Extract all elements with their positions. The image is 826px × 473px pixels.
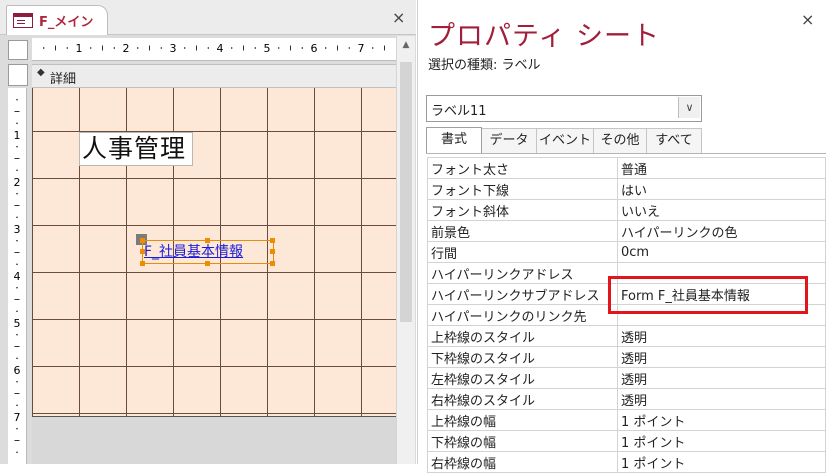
property-value[interactable]: 透明 <box>617 388 826 410</box>
resize-handle[interactable] <box>270 238 275 243</box>
detail-section-grid[interactable]: 人事管理 F_社員基本情報 <box>32 88 397 417</box>
property-row[interactable]: 下枠線のスタイル 透明 <box>427 346 826 368</box>
property-tabs: 書式 データ イベント その他 すべて <box>426 127 826 154</box>
property-value[interactable]: 0cm <box>617 241 826 263</box>
property-sheet-title: プロパティ シート <box>428 21 660 52</box>
property-value[interactable]: いいえ <box>617 199 826 221</box>
property-name: ハイパーリンクのリンク先 <box>427 304 618 326</box>
ruler-number: 7 <box>358 42 365 55</box>
property-value[interactable]: 透明 <box>617 325 826 347</box>
property-value[interactable]: はい <box>617 178 826 200</box>
property-value[interactable]: 1 ポイント <box>617 451 826 473</box>
ruler-number: 7 <box>14 411 21 424</box>
section-label: 詳細 <box>50 72 77 87</box>
property-name: 下枠線のスタイル <box>427 346 618 368</box>
property-name: フォント下線 <box>427 178 618 200</box>
ruler-number: 2 <box>14 176 21 189</box>
resize-handle[interactable] <box>205 238 210 243</box>
tab-format[interactable]: 書式 <box>426 127 482 153</box>
property-name: 左枠線のスタイル <box>427 367 618 389</box>
property-value[interactable]: 透明 <box>617 346 826 368</box>
property-name: 右枠線のスタイル <box>427 388 618 410</box>
ruler-number: 3 <box>14 223 21 236</box>
ruler-number: 4 <box>14 270 21 283</box>
property-sheet-pane: プロパティ シート × 選択の種類: ラベル ラベル11 ∨ 書式 データ イベ… <box>417 0 826 473</box>
property-name: フォント太さ <box>427 157 618 179</box>
selection-type-text: 選択の種類: ラベル <box>428 58 541 73</box>
tab-all[interactable]: すべて <box>646 128 702 153</box>
section-arrow-icon: ◆ <box>37 67 45 78</box>
property-value[interactable]: 普通 <box>617 157 826 179</box>
ruler-number: 2 <box>123 42 130 55</box>
property-name: 右枠線の幅 <box>427 451 618 473</box>
resize-handle[interactable] <box>270 261 275 266</box>
property-name: フォント斜体 <box>427 199 618 221</box>
detail-section-bar[interactable]: ◆ 詳細 <box>32 64 396 88</box>
scrollbar-thumb[interactable] <box>400 62 412 322</box>
ruler-number: 6 <box>311 42 318 55</box>
vertical-ruler-ticks: 1 2 3 4 5 6 7 <box>14 99 21 453</box>
form-design-pane: F_メイン × 1 2 3 4 5 6 7 ◆ 詳細 1 2 3 4 5 6 7 人事管理 F_社員基本… <box>0 0 416 464</box>
tab-event[interactable]: イベント <box>536 128 594 153</box>
section-selector[interactable] <box>8 64 28 86</box>
property-row[interactable]: 右枠線の幅 1 ポイント <box>427 451 826 473</box>
document-tab-f-main[interactable]: F_メイン <box>6 5 108 35</box>
property-value[interactable]: 透明 <box>617 367 826 389</box>
property-row[interactable]: 前景色 ハイパーリンクの色 <box>427 220 826 242</box>
property-name: 前景色 <box>427 220 618 242</box>
resize-handle[interactable] <box>140 261 145 266</box>
ruler-number: 5 <box>14 317 21 330</box>
vertical-ruler: 1 2 3 4 5 6 7 <box>8 88 27 464</box>
property-table: フォント太さ 普通 フォント下線 はい フォント斜体 いいえ 前景色 ハイパーリンクの色 行間 0… <box>427 157 826 473</box>
property-row[interactable]: 行間 0cm <box>427 241 826 263</box>
property-name: ハイパーリンクアドレス <box>427 262 618 284</box>
property-row[interactable]: フォント下線 はい <box>427 178 826 200</box>
form-selector[interactable] <box>8 40 28 60</box>
close-document-icon[interactable]: × <box>392 8 405 27</box>
object-select-value: ラベル11 <box>431 104 487 119</box>
resize-handle[interactable] <box>270 249 275 254</box>
ruler-number: 6 <box>14 364 21 377</box>
ruler-number: 5 <box>264 42 271 55</box>
document-tab-bar: F_メイン × <box>0 0 416 35</box>
resize-handle[interactable] <box>205 261 210 266</box>
property-row[interactable]: フォント斜体 いいえ <box>427 199 826 221</box>
property-name: ハイパーリンクサブアドレス <box>427 283 618 305</box>
form-icon <box>13 13 33 28</box>
ruler-number: 1 <box>76 42 83 55</box>
ruler-number: 1 <box>14 129 21 142</box>
chevron-down-icon[interactable]: ∨ <box>678 97 700 118</box>
property-name: 上枠線の幅 <box>427 409 618 431</box>
object-select[interactable]: ラベル11 ∨ <box>426 95 702 122</box>
title-label-control[interactable]: 人事管理 <box>79 132 193 166</box>
tab-data[interactable]: データ <box>481 128 537 153</box>
property-row[interactable]: 下枠線の幅 1 ポイント <box>427 430 826 452</box>
property-value[interactable]: ハイパーリンクの色 <box>617 220 826 242</box>
property-row[interactable]: フォント太さ 普通 <box>427 157 826 179</box>
tab-other[interactable]: その他 <box>593 128 647 153</box>
property-row[interactable]: 上枠線の幅 1 ポイント <box>427 409 826 431</box>
resize-handle[interactable] <box>140 238 145 243</box>
document-tab-title: F_メイン <box>39 15 94 30</box>
ruler-number: 4 <box>217 42 224 55</box>
highlight-box <box>608 276 808 314</box>
form-background <box>32 417 396 464</box>
property-row[interactable]: 上枠線のスタイル 透明 <box>427 325 826 347</box>
ruler-number: 3 <box>170 42 177 55</box>
property-value[interactable]: 1 ポイント <box>617 409 826 431</box>
scroll-up-icon[interactable]: ▲ <box>399 38 413 52</box>
close-property-sheet-icon[interactable]: × <box>801 10 814 29</box>
horizontal-ruler-ticks: 1 2 3 4 5 6 7 <box>43 42 385 55</box>
horizontal-ruler: 1 2 3 4 5 6 7 <box>32 38 396 61</box>
property-row[interactable]: 右枠線のスタイル 透明 <box>427 388 826 410</box>
property-name: 行間 <box>427 241 618 263</box>
property-row[interactable]: 左枠線のスタイル 透明 <box>427 367 826 389</box>
property-name: 下枠線の幅 <box>427 430 618 452</box>
property-name: 上枠線のスタイル <box>427 325 618 347</box>
property-value[interactable]: 1 ポイント <box>617 430 826 452</box>
hyperlink-label-text: F_社員基本情報 <box>144 244 244 260</box>
vertical-scrollbar[interactable]: ▲ <box>396 36 415 464</box>
resize-handle[interactable] <box>140 249 145 254</box>
